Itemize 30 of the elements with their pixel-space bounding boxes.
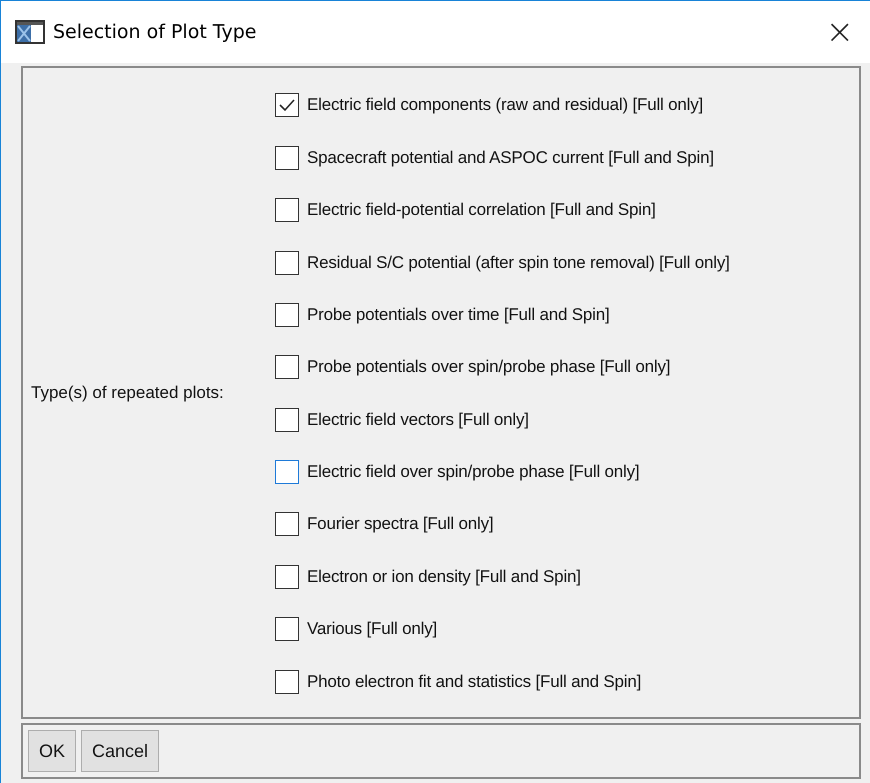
checkbox-label: Electric field components (raw and residual) [Full only] bbox=[307, 95, 704, 116]
ok-button[interactable]: OK bbox=[28, 730, 76, 772]
checkbox-label: Fourier spectra [Full only] bbox=[307, 514, 494, 534]
checkbox[interactable] bbox=[275, 617, 299, 642]
window-icon bbox=[15, 20, 45, 44]
checkbox[interactable] bbox=[275, 670, 299, 694]
checkbox[interactable] bbox=[275, 564, 299, 589]
checkbox[interactable] bbox=[275, 93, 299, 118]
checkbox-label: Photo electron fit and statistics [Full and Spin] bbox=[307, 672, 642, 692]
checkbox[interactable] bbox=[275, 198, 299, 222]
checkbox[interactable] bbox=[275, 408, 299, 432]
checkbox[interactable] bbox=[275, 250, 299, 275]
checkmark-icon bbox=[279, 98, 295, 112]
checkbox-label: Electric field vectors [Full only] bbox=[307, 410, 529, 430]
close-button[interactable]: × bbox=[820, 15, 860, 49]
checkbox[interactable] bbox=[275, 146, 299, 170]
checkbox-label: Electron or ion density [Full and Spin] bbox=[307, 566, 581, 587]
group-label: Type(s) of repeated plots: bbox=[30, 382, 225, 402]
checkbox-label: Electric field over spin/probe phase [Full only] bbox=[307, 462, 640, 482]
checkbox-label: Probe potentials over time [Full and Spin] bbox=[307, 304, 610, 325]
checkbox[interactable] bbox=[275, 302, 299, 327]
checkbox-label: Various [Full only] bbox=[307, 619, 438, 640]
checkbox-label: Spacecraft potential and ASPOC current [Full and Spin] bbox=[307, 148, 714, 168]
checkbox[interactable] bbox=[275, 512, 299, 536]
checkbox[interactable] bbox=[275, 355, 299, 380]
checkbox-label: Probe potentials over spin/probe phase [Full only] bbox=[307, 357, 670, 378]
checkbox-label: Electric field-potential correlation [Full and Spin] bbox=[307, 200, 656, 220]
cancel-button[interactable]: Cancel bbox=[81, 730, 160, 772]
checkbox-label: Residual S/C potential (after spin tone removal) [Full only] bbox=[307, 252, 730, 273]
window-title: Selection of Plot Type bbox=[53, 21, 258, 43]
